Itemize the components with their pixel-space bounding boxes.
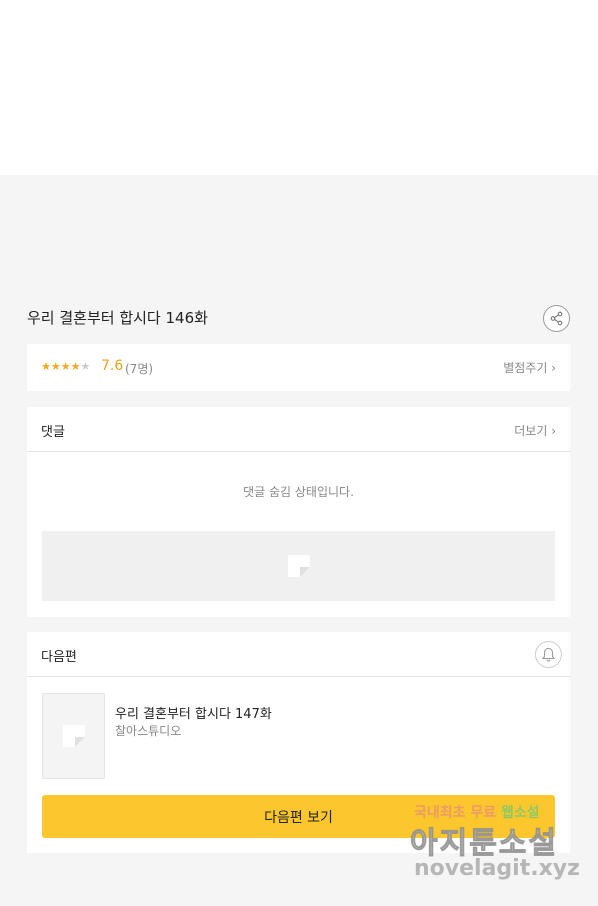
watermark-url: novelagit.xyz [414,856,580,881]
next-episode-author: 찰아스튜디오 [115,724,182,738]
episode-title: 우리 결혼부터 합시다 146화 [27,309,208,327]
star-rating: ★★★★★ [41,360,90,374]
content-image-area [0,0,598,175]
share-icon [550,311,563,326]
notification-button[interactable] [535,641,562,668]
star-icon: ★ [41,360,51,373]
star-icon: ★ [50,360,61,373]
rating-score: 7.6 [101,358,124,374]
bell-icon [541,647,556,662]
ad-placeholder [42,531,555,601]
watermark: 국내최초 무료 웹소설 아지툰소설 novelagit.xyz [410,796,580,888]
comments-card: 댓글 더보기 › 댓글 숨김 상태입니다. [27,407,570,617]
comments-hidden-note: 댓글 숨김 상태입니다. [243,485,354,499]
next-episode-thumbnail[interactable] [42,693,105,779]
comments-more-link[interactable]: 더보기 › [514,422,556,439]
image-placeholder-icon [287,555,310,577]
star-icon: ★ [70,360,81,373]
rating-card: ★★★★★ 7.6 (7명) 별점주기 › [27,344,570,391]
share-button[interactable] [543,305,570,332]
next-episode-header: 다음편 [27,632,570,677]
comments-header: 댓글 더보기 › [27,407,570,452]
star-empty-icon: ★ [80,360,91,373]
image-placeholder-icon [62,725,85,747]
next-episode-title[interactable]: 우리 결혼부터 합시다 147화 [115,703,272,722]
comments-title: 댓글 [41,425,65,440]
star-icon: ★ [60,360,71,373]
next-episode-title-label: 다음편 [41,650,77,665]
rate-link[interactable]: 별점주기 › [503,359,556,376]
rating-count: (7명) [125,362,154,376]
